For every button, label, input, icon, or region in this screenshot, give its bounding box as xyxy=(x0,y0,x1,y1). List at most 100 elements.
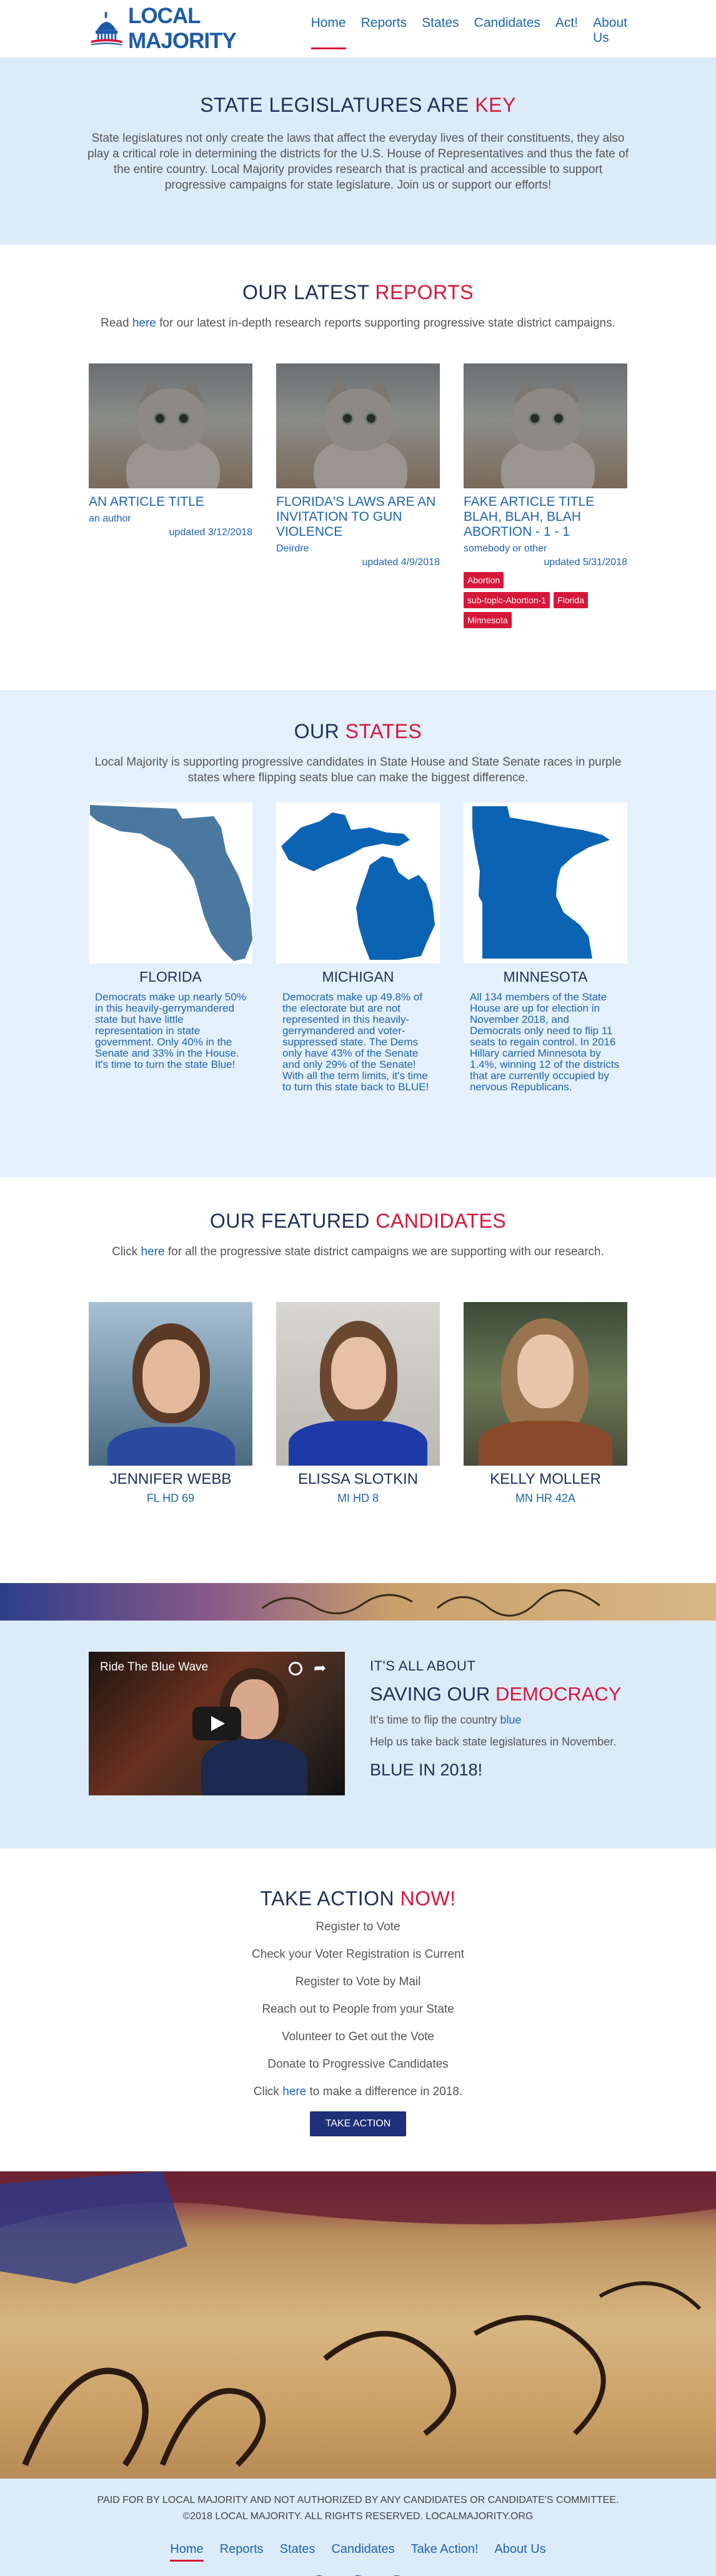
candidates-title: OUR FEATURED CANDIDATES xyxy=(0,1210,716,1233)
action-title-accent: NOW! xyxy=(400,1887,456,1910)
blue-2018-tagline: BLUE IN 2018! xyxy=(370,1760,483,1779)
take-action-button[interactable]: TAKE ACTION xyxy=(309,2111,407,2136)
state-card-michigan[interactable]: MICHIGAN Democrats make up 49.8% of the … xyxy=(276,802,440,1093)
states-lead: Local Majority is supporting progressive… xyxy=(94,756,622,784)
video-title[interactable]: Ride The Blue Wave xyxy=(100,1661,208,1674)
action-item[interactable]: Register to Vote by Mail xyxy=(0,1975,716,1989)
footer: PAID FOR BY LOCAL MAJORITY AND NOT AUTHO… xyxy=(0,2479,716,2576)
candidates-here-link[interactable]: here xyxy=(141,1245,165,1258)
candidate-name[interactable]: ELISSA SLOTKIN xyxy=(276,1471,440,1488)
share-icon[interactable]: ➦ xyxy=(314,1659,326,1677)
candidate-photo[interactable] xyxy=(89,1302,252,1466)
report-title[interactable]: FLORIDA'S LAWS ARE AN INVITATION TO GUN … xyxy=(276,495,440,540)
action-cta-line: Click here to make a difference in 2018. xyxy=(0,2085,716,2099)
report-thumbnail-kitten[interactable] xyxy=(464,363,627,488)
tag-subtopic-abortion-1[interactable]: sub-topic-Abortion-1 xyxy=(464,592,550,608)
main-nav: Home Reports States Candidates Act! Abou… xyxy=(311,16,627,49)
state-card-florida[interactable]: FLORIDA Democrats make up nearly 50% in … xyxy=(89,802,252,1070)
footer-nav-about-us[interactable]: About Us xyxy=(494,2542,545,2562)
take-back-line: Help us take back state legislatures in … xyxy=(370,1735,617,1748)
tag-minnesota[interactable]: Minnesota xyxy=(464,612,512,628)
michigan-map[interactable] xyxy=(276,802,440,964)
action-title-text: TAKE ACTION xyxy=(260,1887,400,1910)
video-player[interactable]: Ride The Blue Wave ➦ xyxy=(89,1652,345,1795)
report-card[interactable]: FLORIDA'S LAWS ARE AN INVITATION TO GUN … xyxy=(276,363,440,568)
candidate-card[interactable]: KELLY MOLLER MN HR 42A xyxy=(464,1302,627,1505)
action-here-link[interactable]: here xyxy=(282,2085,306,2098)
democracy-heading: SAVING OUR DEMOCRACY xyxy=(370,1683,632,1705)
states-title-text: OUR xyxy=(294,720,346,743)
state-name: MICHIGAN xyxy=(322,969,394,985)
take-action-section: TAKE ACTION NOW! Register to Vote Check … xyxy=(0,1848,716,2171)
candidate-card[interactable]: JENNIFER WEBB FL HD 69 xyxy=(89,1302,252,1505)
top-nav: LOCAL MAJORITY Home Reports States Candi… xyxy=(0,0,716,57)
tag-abortion[interactable]: Abortion xyxy=(464,572,504,588)
clock-icon[interactable] xyxy=(289,1662,302,1675)
action-item[interactable]: Donate to Progressive Candidates xyxy=(0,2058,716,2071)
footer-nav-states[interactable]: States xyxy=(280,2542,316,2562)
blue-word: blue xyxy=(500,1714,522,1726)
footer-nav-reports[interactable]: Reports xyxy=(220,2542,264,2562)
minnesota-map[interactable] xyxy=(464,802,627,964)
action-cta-text-b: to make a difference in 2018. xyxy=(306,2085,463,2098)
hero-body: State legislatures not only create the l… xyxy=(87,132,629,192)
reports-here-link[interactable]: here xyxy=(132,317,156,330)
nav-about-us[interactable]: About Us xyxy=(593,16,627,49)
minnesota-map-shape xyxy=(472,806,610,959)
play-button[interactable] xyxy=(192,1707,241,1740)
logo-text: LOCAL MAJORITY xyxy=(128,4,237,53)
state-name: FLORIDA xyxy=(139,969,202,985)
nav-home[interactable]: Home xyxy=(311,16,346,49)
democracy-text: IT'S ALL ABOUT SAVING OUR DEMOCRACY It's… xyxy=(370,1658,632,1780)
footer-nav-home[interactable]: Home xyxy=(170,2542,204,2562)
action-cta-text-a: Click xyxy=(253,2085,283,2098)
candidates-title-text: OUR FEATURED xyxy=(209,1210,376,1232)
tag-florida[interactable]: Florida xyxy=(554,592,588,608)
nav-states[interactable]: States xyxy=(422,16,459,49)
candidate-district: FL HD 69 xyxy=(146,1492,195,1504)
report-card[interactable]: FAKE ARTICLE TITLE BLAH, BLAH, BLAH ABOR… xyxy=(464,363,627,628)
video-section: Ride The Blue Wave ➦ IT'S ALL ABOUT SAVI… xyxy=(0,1621,716,1848)
action-item[interactable]: Volunteer to Get out the Vote xyxy=(0,2030,716,2044)
state-card-minnesota[interactable]: MINNESOTA All 134 members of the State H… xyxy=(464,802,627,1093)
action-item[interactable]: Reach out to People from your State xyxy=(0,2003,716,2016)
candidate-card[interactable]: ELISSA SLOTKIN MI HD 8 xyxy=(276,1302,440,1505)
candidates-title-accent: CANDIDATES xyxy=(375,1210,507,1232)
state-description: Democrats make up nearly 50% in this hea… xyxy=(95,991,246,1070)
footer-nav-take-action[interactable]: Take Action! xyxy=(411,2542,479,2562)
democracy-heading-text: SAVING OUR xyxy=(370,1683,495,1705)
florida-map-shape xyxy=(90,805,252,961)
we-the-people-decor xyxy=(0,2171,716,2467)
hero-section: STATE LEGISLATURES ARE KEY State legisla… xyxy=(0,57,716,245)
action-item[interactable]: Check your Voter Registration is Current xyxy=(0,1948,716,1962)
flip-blue-line: It's time to flip the country blue xyxy=(370,1713,632,1727)
report-thumbnail-kitten[interactable] xyxy=(276,363,440,488)
candidate-name[interactable]: KELLY MOLLER xyxy=(464,1471,627,1488)
states-title: OUR STATES xyxy=(0,720,716,743)
nav-act[interactable]: Act! xyxy=(555,16,578,49)
logo[interactable]: LOCAL MAJORITY xyxy=(89,4,299,54)
reports-lead-text-a: Read xyxy=(101,317,132,330)
report-card[interactable]: AN ARTICLE TITLE an author updated 3/12/… xyxy=(89,363,252,538)
reports-title-accent: REPORTS xyxy=(375,281,474,303)
reports-title-text: OUR LATEST xyxy=(242,281,375,303)
report-title[interactable]: AN ARTICLE TITLE xyxy=(89,495,252,510)
report-author: an author xyxy=(89,513,131,524)
action-item[interactable]: Register to Vote xyxy=(0,1920,716,1934)
reports-lead-text-b: for our latest in-depth research reports… xyxy=(156,317,615,330)
state-name: MINNESOTA xyxy=(503,969,588,985)
candidate-name[interactable]: JENNIFER WEBB xyxy=(89,1471,252,1488)
nav-candidates[interactable]: Candidates xyxy=(474,16,540,49)
flip-blue-text: It's time to flip the country xyxy=(370,1714,500,1726)
candidate-photo[interactable] xyxy=(276,1302,440,1466)
candidate-district: MI HD 8 xyxy=(337,1492,379,1504)
footer-nav-candidates[interactable]: Candidates xyxy=(331,2542,394,2562)
report-thumbnail-kitten[interactable] xyxy=(89,363,252,488)
candidate-photo[interactable] xyxy=(464,1302,627,1466)
state-description: Democrats make up 49.8% of the electorat… xyxy=(282,991,429,1093)
report-title[interactable]: FAKE ARTICLE TITLE BLAH, BLAH, BLAH ABOR… xyxy=(464,495,627,540)
nav-reports[interactable]: Reports xyxy=(361,16,407,49)
florida-map[interactable] xyxy=(89,802,252,964)
footer-nav: Home Reports States Candidates Take Acti… xyxy=(0,2542,716,2562)
constitution-script-decor xyxy=(262,1589,600,1617)
